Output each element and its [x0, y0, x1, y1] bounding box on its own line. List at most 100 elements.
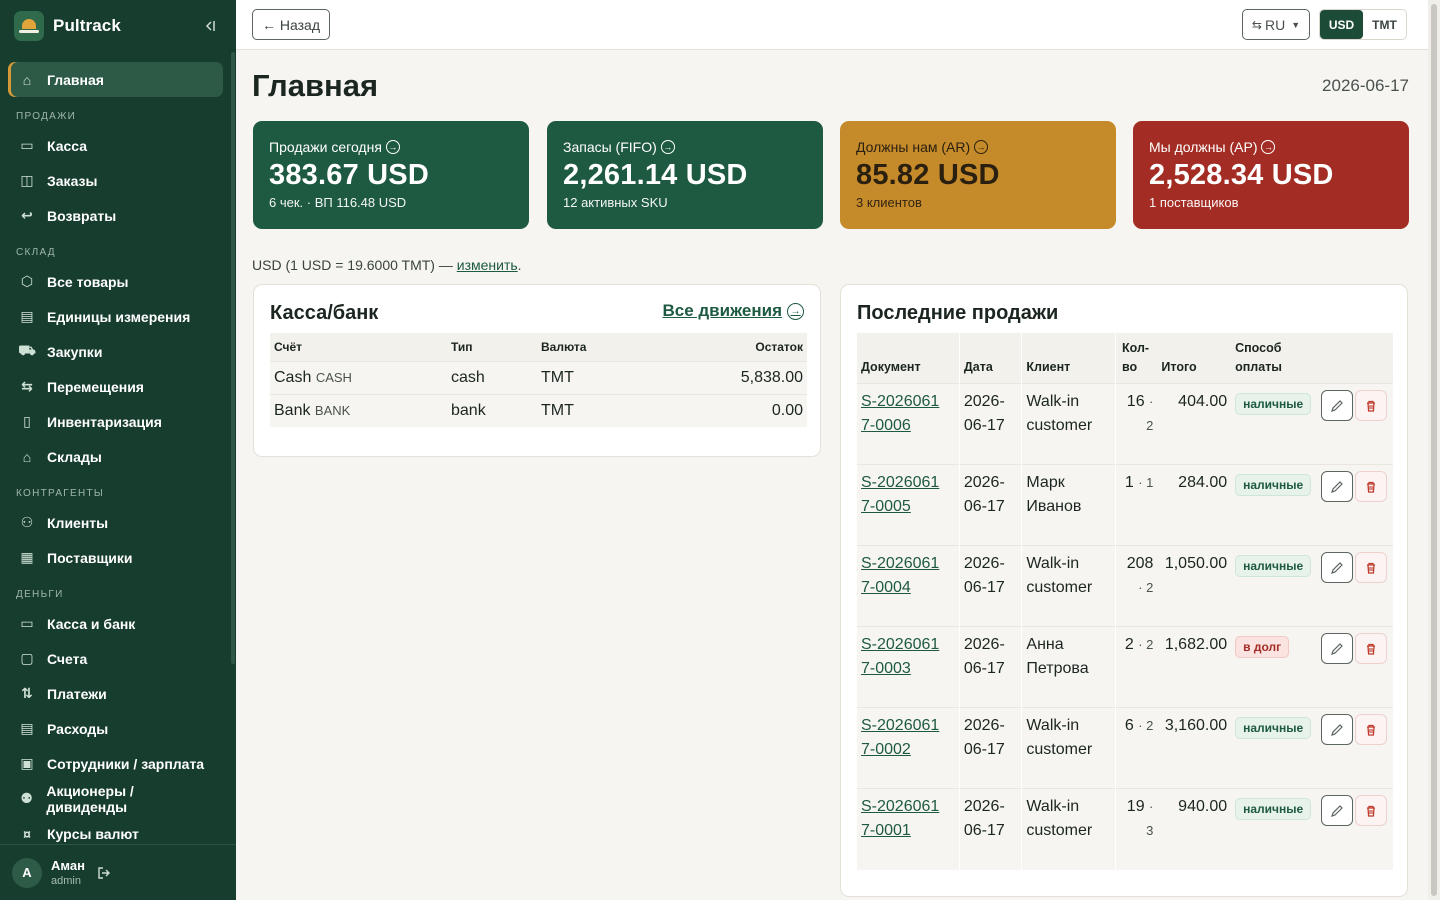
payment-badge: наличные — [1235, 474, 1312, 496]
sidebar-item[interactable]: ⌂ Склады — [8, 439, 223, 474]
nav-section-label: Продажи — [16, 111, 77, 122]
delete-button[interactable] — [1354, 714, 1387, 745]
sidebar-item[interactable]: ▢ Счета — [8, 641, 223, 676]
card-title: Должны нам (AR) → — [856, 139, 1100, 155]
table-row[interactable]: S-20260617-0001 2026-06-17 Walk-in custome… — [857, 788, 1393, 870]
total-cell: 404.00 — [1157, 383, 1232, 465]
back-button[interactable]: ← Назад — [252, 9, 331, 40]
collapse-sidebar-icon[interactable] — [198, 14, 222, 38]
sidebar-item[interactable]: ▭ Касса — [8, 128, 223, 163]
card-payables[interactable]: Мы должны (AP) → 2,528.34 USD 1 поставщик… — [1133, 121, 1409, 229]
document-cell: S-20260617-0001 — [857, 788, 960, 870]
document-link[interactable]: S-20260617-0002 — [861, 714, 947, 762]
logout-icon[interactable] — [97, 866, 111, 880]
sidebar-item[interactable]: ▤ Единицы измерения — [8, 299, 223, 334]
language-value: RU — [1264, 16, 1286, 33]
delete-button[interactable] — [1354, 471, 1387, 502]
delete-button[interactable] — [1354, 795, 1387, 826]
transfer-icon: ⇆ — [21, 378, 33, 394]
sidebar-item[interactable]: ◫ Заказы — [8, 163, 223, 198]
edit-button[interactable] — [1320, 471, 1353, 502]
clipboard-icon: ▯ — [23, 413, 31, 429]
payment-cell: наличные — [1231, 383, 1317, 465]
card-subtitle: 1 поставщиков — [1149, 195, 1239, 210]
column-currency: Валюта — [537, 333, 647, 361]
edit-button[interactable] — [1320, 390, 1353, 421]
user-role: admin — [51, 875, 81, 887]
currency-usd-button[interactable]: USD — [1320, 10, 1363, 39]
sidebar-item[interactable]: ¤ Курсы валют — [8, 816, 223, 844]
card-sales-today[interactable]: Продажи сегодня → 383.67 USD 6 чек. · ВП … — [253, 121, 529, 229]
document-link[interactable]: S-20260617-0003 — [861, 633, 947, 681]
table-row[interactable]: S-20260617-0003 2026-06-17 Анна Петрова 2 ·… — [857, 626, 1393, 708]
document-link[interactable]: S-20260617-0006 — [861, 390, 947, 438]
change-rate-link[interactable]: изменить — [457, 257, 518, 273]
user-name: Аман — [51, 858, 85, 873]
table-row[interactable]: S-20260617-0002 2026-06-17 Walk-in custome… — [857, 707, 1393, 789]
sidebar-item[interactable]: ▭ Касса и банк — [8, 606, 223, 641]
delete-button[interactable] — [1354, 390, 1387, 421]
document-link[interactable]: S-20260617-0005 — [861, 471, 947, 519]
table-row[interactable]: S-20260617-0006 2026-06-17 Walk-in custome… — [857, 383, 1393, 465]
edit-button[interactable] — [1320, 552, 1353, 583]
sidebar-item[interactable]: ⚉ Акционеры / дивиденды — [8, 781, 223, 816]
page-scrollbar-thumb[interactable] — [1431, 4, 1437, 896]
sidebar-item[interactable]: ▯ Инвентаризация — [8, 404, 223, 439]
edit-button[interactable] — [1320, 795, 1353, 826]
column-document: Документ — [857, 333, 960, 384]
card-stock-fifo[interactable]: Запасы (FIFO) → 2,261.14 USD 12 активных … — [547, 121, 823, 229]
quantity-cell: 19 · 3 — [1115, 788, 1158, 870]
sidebar-item[interactable]: ⚇ Клиенты — [8, 505, 223, 540]
sidebar-item[interactable]: ▦ Поставщики — [8, 540, 223, 575]
bag-icon: ◫ — [20, 172, 34, 188]
currency-tmt-button[interactable]: TMT — [1363, 10, 1406, 39]
sidebar-item[interactable]: ⌂ Главная — [8, 62, 223, 97]
sidebar-item[interactable]: ⬡ Все товары — [8, 264, 223, 299]
page-scrollbar[interactable] — [1428, 0, 1440, 900]
document-link[interactable]: S-20260617-0001 — [861, 795, 947, 843]
page-title: Главная — [252, 68, 379, 103]
table-row[interactable]: Cash CASH cash TMT 5,838.00 — [270, 360, 807, 394]
avatar[interactable]: A — [12, 857, 42, 888]
card-subtitle: 3 клиентов — [856, 195, 922, 210]
sidebar-scrollbar[interactable] — [231, 52, 235, 664]
total-cell: 284.00 — [1157, 464, 1232, 546]
quantity-value: 6 — [1124, 717, 1134, 734]
actions-cell — [1316, 545, 1393, 627]
all-movements-link[interactable]: Все движения → — [662, 301, 804, 321]
badge-icon: ▣ — [20, 755, 34, 771]
quantity-cell: 6 · 2 — [1115, 707, 1158, 789]
sidebar-item-label: Касса — [47, 137, 88, 154]
client-cell: Walk-in customer — [1021, 383, 1117, 465]
sidebar-item[interactable]: ⇅ Платежи — [8, 676, 223, 711]
payment-badge: наличные — [1235, 717, 1312, 739]
document-link[interactable]: S-20260617-0004 — [861, 552, 947, 600]
sidebar-item[interactable]: ▣ Сотрудники / зарплата — [8, 746, 223, 781]
arrow-circle-icon: → — [974, 140, 989, 154]
sidebar-item[interactable]: ⇆ Перемещения — [8, 369, 223, 404]
edit-button[interactable] — [1320, 714, 1353, 745]
trash-icon — [1366, 481, 1375, 493]
sidebar-item-label: Единицы измерения — [47, 308, 191, 325]
sidebar-item[interactable]: ↩ Возвраты — [8, 198, 223, 233]
language-select[interactable]: ⇆ RU ▼ — [1242, 9, 1310, 40]
pencil-icon — [1331, 642, 1343, 655]
balance-cell: 5,838.00 — [647, 360, 807, 394]
delete-button[interactable] — [1354, 552, 1387, 583]
table-row[interactable]: S-20260617-0004 2026-06-17 Walk-in custome… — [857, 545, 1393, 627]
table-row[interactable]: Bank BANK bank TMT 0.00 — [270, 393, 807, 427]
table-row[interactable]: S-20260617-0005 2026-06-17 Марк Иванов 1 · … — [857, 464, 1393, 546]
sidebar-item[interactable]: ▤ Расходы — [8, 711, 223, 746]
card-receivables[interactable]: Должны нам (AR) → 85.82 USD 3 клиентов — [840, 121, 1116, 229]
payment-badge: наличные — [1235, 393, 1312, 415]
payment-cell: в долг — [1231, 626, 1317, 708]
sidebar-item[interactable]: ⛟ Закупки — [8, 334, 223, 369]
trash-icon — [1366, 562, 1375, 574]
document-cell: S-20260617-0002 — [857, 707, 960, 789]
sidebar-item-label: Заказы — [47, 172, 98, 189]
delete-button[interactable] — [1354, 633, 1387, 664]
edit-button[interactable] — [1320, 633, 1353, 664]
column-balance: Остаток — [647, 333, 807, 361]
payment-cell: наличные — [1231, 545, 1317, 627]
warehouse-icon: ⌂ — [22, 448, 32, 465]
